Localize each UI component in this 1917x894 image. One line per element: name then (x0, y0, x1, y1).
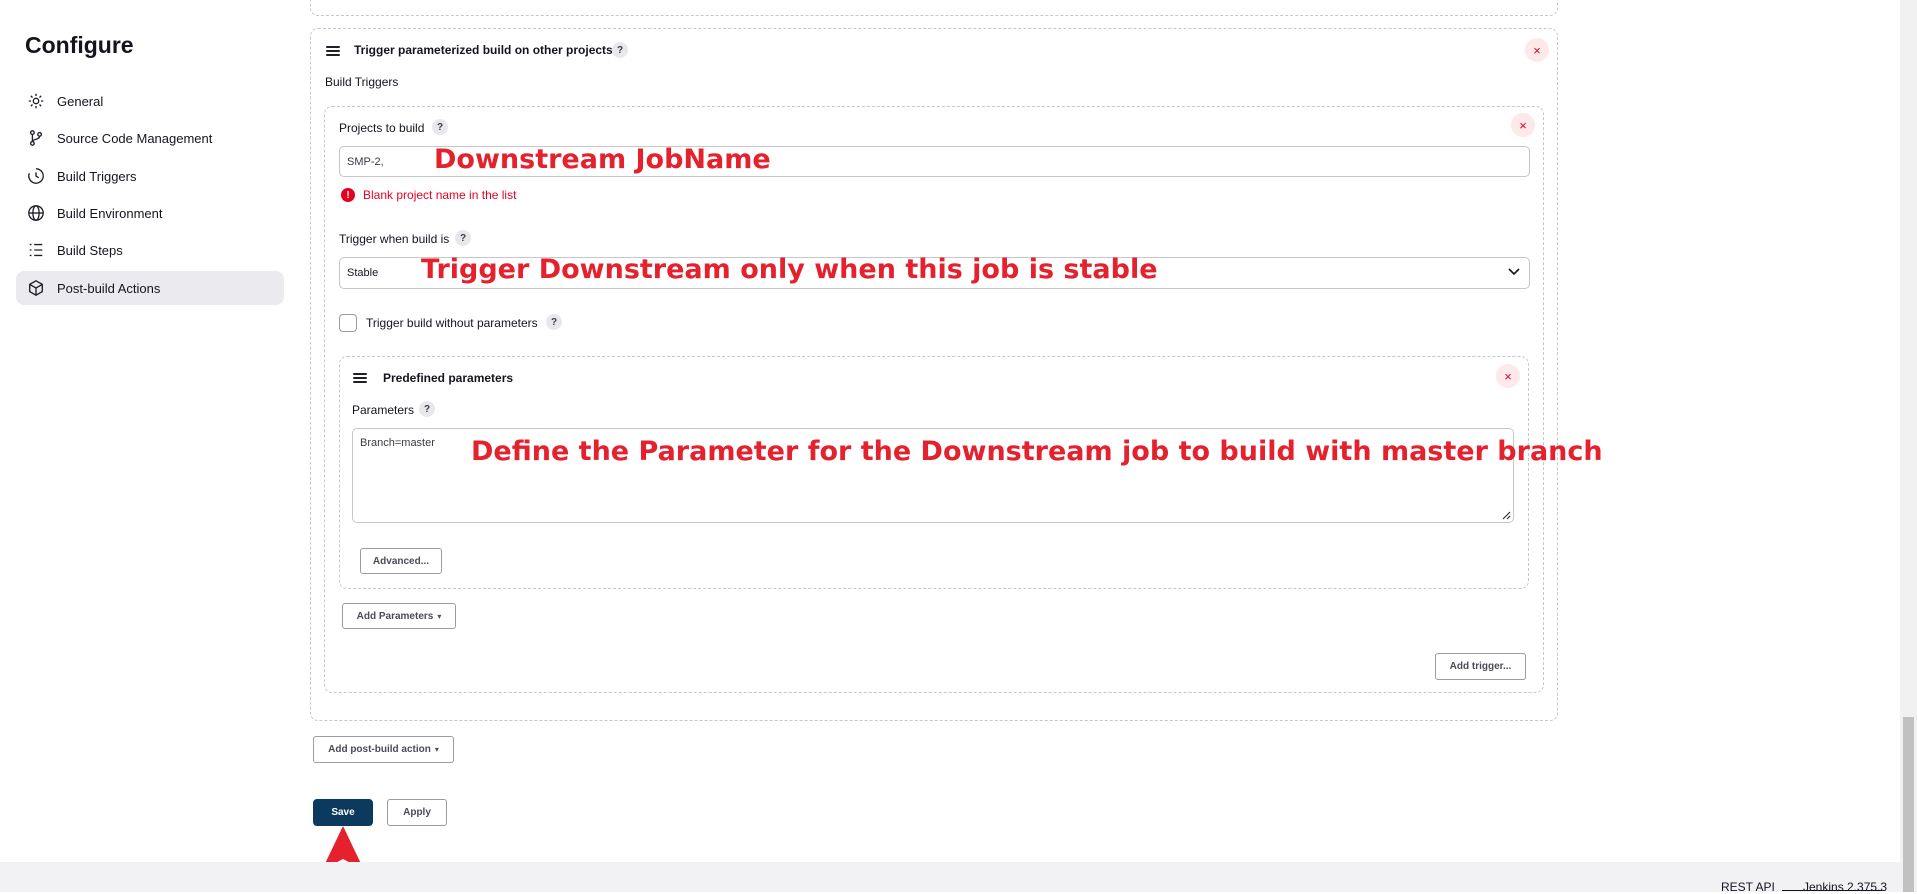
add-parameters-button[interactable]: Add Parameters ▾ (342, 603, 456, 629)
close-section-icon[interactable]: × (1525, 38, 1549, 62)
trigger-when-value: Stable (347, 267, 379, 279)
help-icon[interactable]: ? (432, 119, 448, 135)
scrollbar-thumb[interactable] (1903, 717, 1914, 892)
annotation-trigger-stable: Trigger Downstream only when this job is… (421, 254, 1158, 285)
drag-handle-icon[interactable] (353, 373, 367, 383)
sidebar-item-label: Build Triggers (57, 168, 137, 184)
build-triggers-label: Build Triggers (325, 75, 399, 89)
project-error: ! Blank project name in the list (341, 188, 516, 202)
apply-button[interactable]: Apply (387, 799, 447, 826)
help-icon[interactable]: ? (455, 230, 471, 246)
error-message: Blank project name in the list (363, 188, 517, 202)
annotation-define-parameter: Define the Parameter for the Downstream … (471, 436, 1603, 467)
section-title: Trigger parameterized build on other pro… (354, 43, 613, 57)
cube-icon (27, 279, 45, 297)
add-post-build-action-button[interactable]: Add post-build action ▾ (313, 736, 454, 763)
resize-grip-icon[interactable] (1502, 511, 1511, 520)
sidebar-item-general[interactable]: General (16, 84, 284, 118)
caret-down-icon: ▾ (434, 745, 439, 754)
clock-icon (27, 167, 45, 185)
advanced-button[interactable]: Advanced... (360, 548, 442, 574)
help-icon[interactable]: ? (612, 42, 628, 58)
trigger-when-label: Trigger when build is (339, 232, 450, 246)
error-icon: ! (341, 188, 355, 202)
chevron-down-icon (1508, 268, 1520, 276)
sidebar-item-label: Source Code Management (57, 130, 213, 146)
footer-underline (1782, 890, 1882, 891)
sidebar-item-label: Build Environment (57, 205, 163, 221)
save-button[interactable]: Save (313, 799, 373, 826)
add-post-build-action-label: Add post-build action (328, 744, 431, 755)
add-trigger-button[interactable]: Add trigger... (1435, 653, 1526, 680)
drag-handle-icon[interactable] (326, 46, 340, 56)
sidebar: Configure General Source Code Management… (0, 0, 290, 862)
help-icon[interactable]: ? (419, 401, 435, 417)
annotation-downstream-jobname: Downstream JobName (434, 144, 771, 175)
sidebar-item-label: Build Steps (57, 242, 123, 258)
sidebar-item-label: Post-build Actions (57, 280, 161, 296)
close-trigger-icon[interactable]: × (1511, 113, 1535, 137)
branch-icon (27, 129, 45, 147)
footer (0, 862, 1900, 892)
sidebar-item-post-build-actions[interactable]: Post-build Actions (16, 271, 284, 305)
trigger-without-params-checkbox[interactable] (339, 314, 357, 332)
sidebar-item-build-triggers[interactable]: Build Triggers (16, 159, 284, 193)
close-predefined-icon[interactable]: × (1496, 364, 1520, 388)
sidebar-item-label: General (57, 93, 104, 109)
trigger-without-params-label: Trigger build without parameters (366, 316, 538, 330)
projects-to-build-label: Projects to build (339, 121, 425, 135)
caret-down-icon: ▾ (437, 611, 442, 621)
help-icon[interactable]: ? (546, 314, 562, 330)
list-icon (27, 241, 45, 259)
previous-section-box (310, 0, 1558, 16)
sidebar-item-build-environment[interactable]: Build Environment (16, 196, 284, 230)
parameters-label: Parameters (352, 403, 415, 417)
gear-icon (27, 92, 45, 110)
predefined-parameters-title: Predefined parameters (383, 371, 514, 385)
sidebar-item-build-steps[interactable]: Build Steps (16, 233, 284, 267)
add-parameters-label: Add Parameters (356, 610, 434, 622)
sidebar-item-source-code-management[interactable]: Source Code Management (16, 121, 284, 155)
page-title: Configure (25, 32, 134, 58)
globe-icon (27, 204, 45, 222)
